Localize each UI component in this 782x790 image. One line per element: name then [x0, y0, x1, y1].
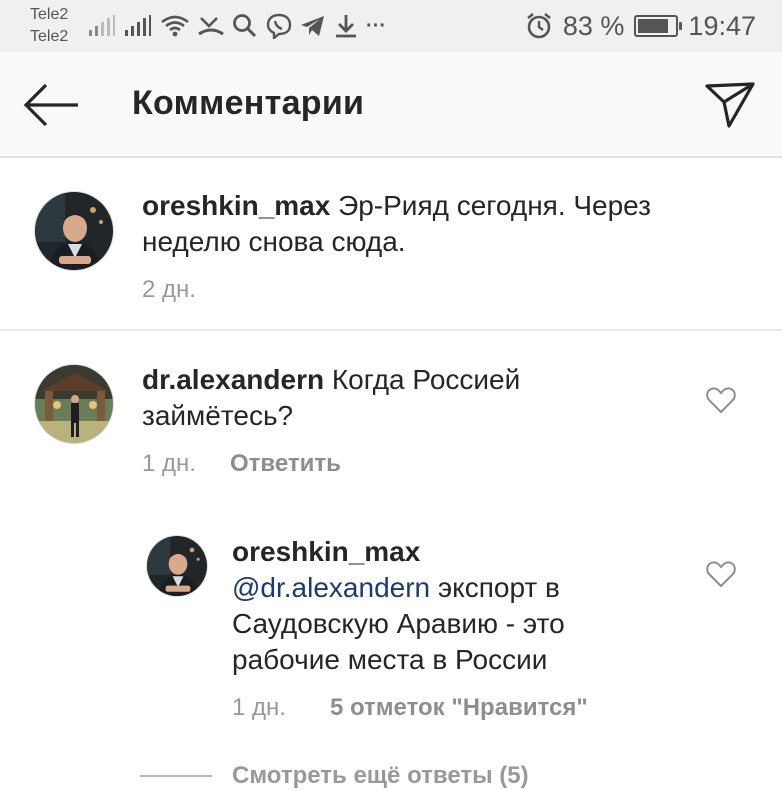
comment-text: dr.alexandern Когда Россией займётесь? — [142, 362, 662, 434]
avatar-photo — [35, 192, 113, 270]
heart-icon[interactable] — [706, 560, 736, 588]
missed-call-icon — [198, 17, 224, 36]
timestamp: 1 дн. — [232, 694, 286, 721]
username[interactable]: dr.alexandern — [142, 364, 324, 395]
signal-icon — [125, 15, 151, 36]
timestamp: 2 дн. — [142, 276, 196, 303]
arrow-left-icon — [23, 83, 78, 127]
reply-text: oreshkin_max @dr.alexandern экспорт в Са… — [232, 534, 622, 678]
page-title: Комментарии — [132, 84, 365, 122]
battery-icon — [634, 15, 683, 37]
notification-icons: ··· — [88, 10, 386, 42]
caption-meta: 2 дн. — [142, 276, 196, 304]
heart-icon[interactable] — [706, 386, 736, 414]
caption-text: oreshkin_max Эр-Рияд сегодня. Через неде… — [142, 188, 702, 260]
battery-percent: 83 % — [562, 10, 625, 41]
battery-level — [638, 19, 669, 33]
username[interactable]: oreshkin_max — [232, 536, 420, 567]
alarm-icon — [527, 12, 551, 39]
comment-meta: 1 дн. Ответить — [142, 450, 341, 478]
avatar[interactable] — [34, 191, 114, 271]
share-button[interactable] — [704, 80, 756, 130]
reply-button[interactable]: Ответить — [230, 450, 341, 478]
more-icon: ··· — [366, 14, 386, 37]
carrier-2-label: Tele2 — [30, 28, 69, 45]
view-more-replies-button[interactable]: Смотреть ещё ответы (5) — [140, 762, 529, 790]
username[interactable]: oreshkin_max — [142, 190, 330, 221]
signal-icon — [89, 15, 115, 36]
viber-icon — [266, 13, 292, 39]
status-bar: Tele2 Tele2 ··· 83 % 19:47 — [0, 0, 782, 52]
timestamp: 1 дн. — [142, 450, 196, 477]
search-icon — [233, 14, 257, 38]
carrier-1-label: Tele2 — [30, 6, 69, 23]
back-button[interactable] — [22, 82, 82, 128]
view-more-replies-label: Смотреть ещё ответы (5) — [232, 762, 529, 789]
app-header: Комментарии — [0, 52, 782, 158]
carrier-labels: Tele2 Tele2 — [30, 4, 68, 48]
download-icon — [336, 15, 356, 38]
divider — [0, 329, 782, 331]
avatar-photo — [147, 536, 207, 596]
clock: 19:47 — [688, 10, 756, 41]
system-status: 83 % 19:47 — [525, 10, 756, 42]
send-icon — [705, 82, 755, 128]
avatar[interactable] — [34, 364, 114, 444]
replies-line — [140, 775, 212, 777]
reply-meta: 1 дн. 5 отметок "Нравится" — [232, 694, 588, 722]
telegram-icon — [301, 16, 324, 36]
likes-count-button[interactable]: 5 отметок "Нравится" — [330, 694, 588, 722]
avatar-photo — [35, 365, 113, 443]
mention-link[interactable]: @dr.alexandern — [232, 572, 430, 603]
wifi-icon — [161, 15, 189, 37]
avatar[interactable] — [146, 535, 208, 597]
